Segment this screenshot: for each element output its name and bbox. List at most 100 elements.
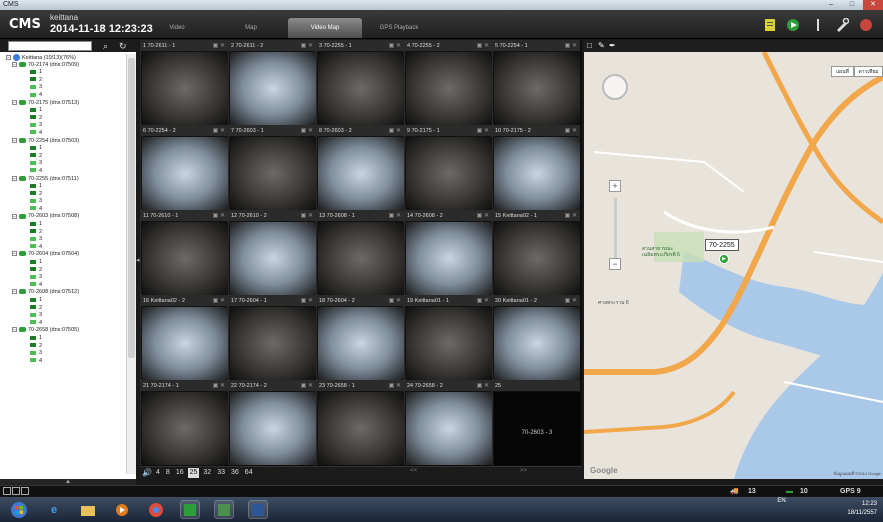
tree-channel[interactable]: 4 — [2, 130, 124, 138]
snapshot-icon[interactable]: ▣ ✕ — [301, 296, 313, 306]
list-icon[interactable] — [761, 16, 779, 33]
record-icon[interactable] — [785, 16, 803, 33]
video-feed[interactable] — [318, 52, 404, 125]
video-cell[interactable]: 4 70-2255 - 2 ▣ ✕ — [404, 40, 492, 125]
video-feed[interactable] — [318, 392, 404, 465]
video-cell[interactable]: 21 70-2174 - 1 ▣ ✕ — [140, 380, 228, 465]
layout-option-64[interactable]: 64 — [243, 468, 255, 478]
explorer-icon[interactable] — [78, 500, 98, 519]
media-icon[interactable] — [112, 500, 132, 519]
layout-option-36[interactable]: 36 — [229, 468, 241, 478]
video-feed[interactable] — [318, 137, 404, 210]
video-feed[interactable] — [406, 52, 492, 125]
tree-channel[interactable]: 3 — [2, 198, 124, 206]
tree-channel[interactable]: 2 — [2, 305, 124, 313]
speaker-icon[interactable]: 🔊 — [142, 468, 152, 477]
tree-vehicle[interactable]: − 70-2604 (dns:07504) — [2, 251, 124, 259]
tree-vehicle[interactable]: − 70-2658 (dns:07505) — [2, 327, 124, 335]
tree-channel[interactable]: 1 — [2, 221, 124, 229]
video-feed[interactable] — [142, 392, 228, 465]
video-feed[interactable] — [230, 137, 316, 210]
tree-channel[interactable]: 3 — [2, 122, 124, 130]
video-cell[interactable]: 17 70-2604 - 1 ▣ ✕ — [228, 295, 316, 380]
tree-channel[interactable]: 4 — [2, 320, 124, 328]
tree-channel[interactable]: 1 — [2, 107, 124, 115]
video-cell[interactable]: 10 70-2175 - 2 ▣ ✕ — [492, 125, 580, 210]
tree-channel[interactable]: 2 — [2, 115, 124, 123]
layout-option-4[interactable]: 4 — [154, 468, 162, 478]
tree-channel[interactable]: 3 — [2, 312, 124, 320]
tree-channel[interactable]: 4 — [2, 92, 124, 100]
close-button[interactable]: ✕ — [863, 0, 883, 10]
cms-icon[interactable] — [180, 500, 200, 519]
video-cell[interactable]: 5 70-2254 - 1 ▣ ✕ — [492, 40, 580, 125]
tree-channel[interactable]: 2 — [2, 77, 124, 85]
layout-option-32[interactable]: 32 — [201, 468, 213, 478]
snapshot-icon[interactable]: ▣ ✕ — [477, 41, 489, 51]
video-cell[interactable]: 23 70-2658 - 1 ▣ ✕ — [316, 380, 404, 465]
zoom-out-button[interactable]: − — [609, 258, 621, 270]
video-feed[interactable] — [142, 137, 228, 210]
tree-channel[interactable]: 3 — [2, 274, 124, 282]
collapse-icon[interactable]: − — [6, 55, 11, 61]
video-feed[interactable] — [406, 392, 492, 465]
snapshot-icon[interactable]: ▣ ✕ — [213, 381, 225, 391]
video-feed[interactable] — [406, 307, 492, 380]
tab-gps-playback[interactable]: GPS Playback — [362, 18, 436, 38]
prev-page-button[interactable]: << — [410, 468, 417, 474]
snapshot-icon[interactable]: ▣ ✕ — [477, 381, 489, 391]
settings-icon[interactable] — [833, 16, 851, 33]
video-cell[interactable]: 11 70-2610 - 1 ▣ ✕ — [140, 210, 228, 295]
zoom-slider[interactable] — [614, 198, 617, 258]
tree-channel[interactable]: 2 — [2, 229, 124, 237]
snapshot-icon[interactable]: ▣ ✕ — [389, 381, 401, 391]
exit-icon[interactable] — [857, 16, 875, 33]
snapshot-icon[interactable]: ▣ ✕ — [565, 41, 577, 51]
tree-channel[interactable]: 2 — [2, 267, 124, 275]
tree-vehicle[interactable]: − 70-2254 (dns:07503) — [2, 138, 124, 146]
clock-date[interactable]: 18/11/2557 — [847, 509, 877, 518]
video-cell[interactable]: 13 70-2608 - 1 ▣ ✕ — [316, 210, 404, 295]
minimize-button[interactable]: – — [821, 0, 841, 10]
video-cell[interactable]: 19 Keittana01 - 1 ▣ ✕ — [404, 295, 492, 380]
clock-time[interactable]: 12:23 — [847, 500, 877, 509]
vehicle-marker-icon[interactable]: ▶ — [719, 254, 729, 264]
tree-channel[interactable]: 2 — [2, 153, 124, 161]
tree-channel[interactable]: 1 — [2, 297, 124, 305]
tree-root[interactable]: − Keittana (10/13)(76%) — [2, 54, 124, 62]
maximize-button[interactable]: □ — [842, 0, 862, 10]
next-page-button[interactable]: >> — [520, 468, 527, 474]
video-cell[interactable]: 14 70-2608 - 2 ▣ ✕ — [404, 210, 492, 295]
video-feed[interactable] — [494, 222, 580, 295]
video-feed[interactable] — [142, 52, 228, 125]
video-feed[interactable] — [230, 52, 316, 125]
snapshot-icon[interactable]: ▣ ✕ — [477, 211, 489, 221]
snapshot-icon[interactable]: ▣ ✕ — [565, 211, 577, 221]
video-feed[interactable] — [230, 222, 316, 295]
eraser-tool-icon[interactable]: ✎ — [598, 41, 607, 50]
snapshot-icon[interactable]: ▣ ✕ — [301, 211, 313, 221]
video-feed[interactable] — [406, 137, 492, 210]
map-pan-control[interactable] — [602, 74, 628, 100]
zoom-in-button[interactable]: + — [609, 180, 621, 192]
video-cell[interactable]: 9 70-2175 - 1 ▣ ✕ — [404, 125, 492, 210]
tree-channel[interactable]: 1 — [2, 259, 124, 267]
tab-video[interactable]: Video — [140, 18, 214, 38]
snapshot-icon[interactable]: ▣ ✕ — [389, 126, 401, 136]
info-icon[interactable] — [809, 16, 827, 33]
video-cell[interactable]: 25 70-2603 - 3 — [492, 380, 580, 465]
search-input[interactable] — [8, 41, 92, 51]
map-canvas[interactable]: แผนที่ ดาวเทียม + − ศาลพระราม 8 สวนสาธาร… — [584, 52, 883, 479]
video-feed[interactable] — [318, 222, 404, 295]
tree-channel[interactable]: 3 — [2, 160, 124, 168]
tree-channel[interactable]: 2 — [2, 191, 124, 199]
collapse-icon[interactable]: − — [12, 289, 17, 295]
grid-view-icon[interactable] — [3, 487, 29, 495]
snapshot-icon[interactable]: ▣ ✕ — [565, 296, 577, 306]
video-feed[interactable] — [494, 137, 580, 210]
collapse-icon[interactable]: − — [12, 175, 17, 181]
word-icon[interactable] — [248, 500, 268, 519]
layout-option-8[interactable]: 8 — [164, 468, 172, 478]
tree-channel[interactable]: 1 — [2, 335, 124, 343]
snapshot-icon[interactable]: ▣ ✕ — [389, 211, 401, 221]
